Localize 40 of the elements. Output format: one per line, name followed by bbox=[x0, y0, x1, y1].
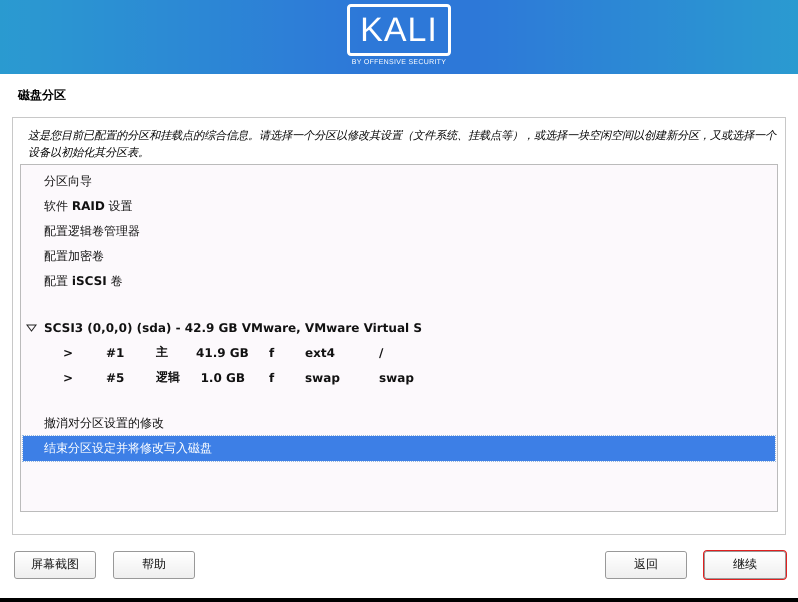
footer-button[interactable]: 返回 bbox=[605, 550, 687, 578]
item-label: 配置加密卷 bbox=[44, 248, 104, 265]
collapse-triangle-icon[interactable] bbox=[26, 324, 37, 332]
partition-cell-text: ext4 bbox=[305, 346, 336, 360]
description-text: 这是您目前已配置的分区和挂载点的综合信息。请选择一个分区以修改其设置（文件系统、挂载点等），或选择一块空闲空间以创建新分区，又或选择一个设备以初始化其分区表。 bbox=[27, 128, 778, 161]
list-item[interactable]: 撤消对分区设置的修改 bbox=[23, 411, 775, 436]
item-label: 撤消对分区设置的修改 bbox=[44, 415, 164, 432]
disk-row[interactable]: SCSI3 (0,0,0) (sda) - 42.9 GB VMware, VMware Virtual S bbox=[23, 315, 775, 340]
item-label: 配置 iSCSI 卷 bbox=[44, 273, 123, 290]
partition-cell-text: / bbox=[379, 346, 384, 360]
partition-row[interactable]: > #5 逻辑 1.0 GB f swap swap bbox=[23, 365, 775, 390]
list-item[interactable]: 软件 RAID 设置 bbox=[23, 194, 775, 219]
partition-cell-text: > bbox=[62, 346, 74, 360]
list-item[interactable]: 配置 iSCSI 卷 bbox=[23, 269, 775, 294]
item-label: 分区向导 bbox=[44, 173, 92, 190]
partition-cell-text: f bbox=[269, 370, 276, 384]
partition-cell-text: f bbox=[269, 346, 276, 360]
list-item[interactable]: 结束分区设定并将修改写入磁盘 bbox=[23, 436, 775, 461]
partition-cell-text: #1 bbox=[106, 346, 126, 360]
page-title: 磁盘分区 bbox=[16, 87, 67, 104]
footer-button[interactable]: 屏幕截图 bbox=[14, 550, 96, 578]
list-item[interactable]: 分区向导 bbox=[23, 169, 775, 194]
partition-row[interactable]: > #1 主 41.9 GB f ext4 / bbox=[23, 340, 775, 365]
partition-cell-text: #5 bbox=[106, 370, 126, 384]
list-item[interactable]: 配置逻辑卷管理器 bbox=[23, 219, 775, 244]
partition-cell-text: > bbox=[62, 370, 74, 384]
footer-button[interactable]: 帮助 bbox=[113, 550, 195, 578]
partition-cell-text: 1.0 GB bbox=[200, 370, 246, 384]
partition-cell-text: 主 bbox=[156, 344, 169, 361]
partition-cell-text: swap bbox=[305, 370, 341, 384]
list-item[interactable]: 配置加密卷 bbox=[23, 244, 775, 269]
partition-cell-text: swap bbox=[379, 370, 415, 384]
disk-label: SCSI3 (0,0,0) (sda) - 42.9 GB VMware, VMware Virtual S bbox=[44, 320, 423, 334]
item-label: 结束分区设定并将修改写入磁盘 bbox=[44, 440, 212, 457]
logo-text: KALI bbox=[347, 4, 451, 56]
item-label: 配置逻辑卷管理器 bbox=[44, 223, 140, 240]
partition-cell-text: 逻辑 bbox=[156, 369, 181, 386]
partition-cell-text: 41.9 GB bbox=[196, 346, 250, 360]
item-label: 软件 RAID 设置 bbox=[44, 198, 133, 215]
footer-button[interactable]: 继续 bbox=[704, 550, 786, 578]
